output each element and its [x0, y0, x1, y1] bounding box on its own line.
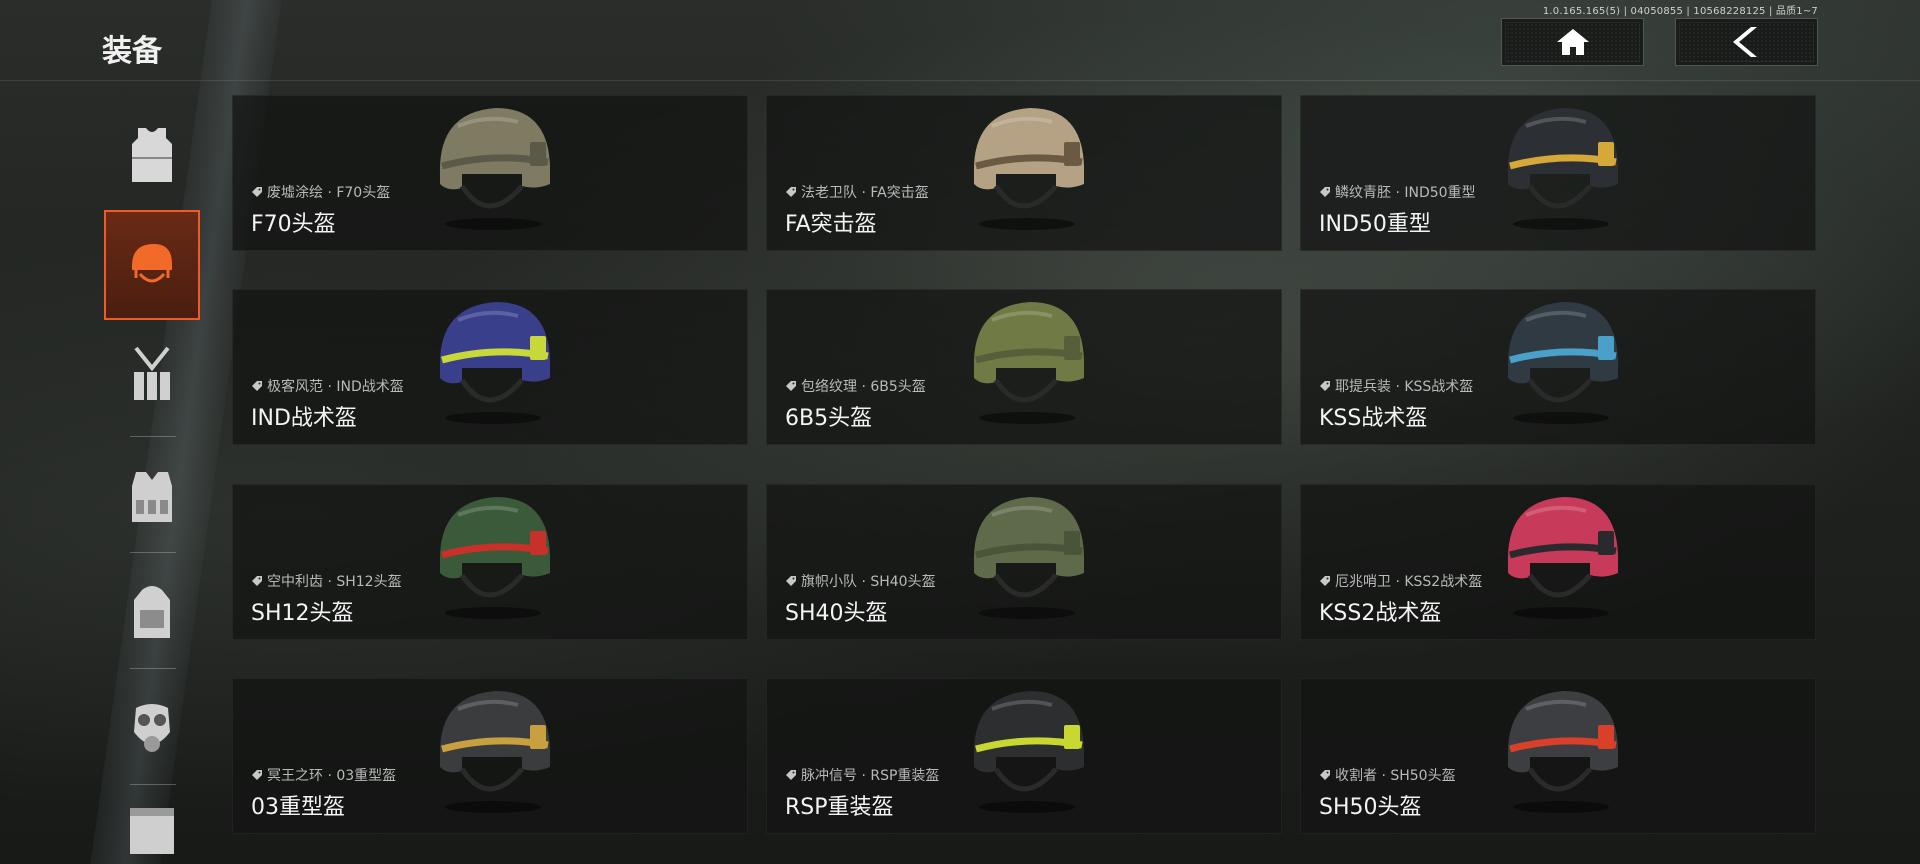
tactical-vest-icon [132, 472, 172, 522]
helmet-card[interactable]: 脉冲信号 · RSP重装盔 RSP重装盔 [766, 678, 1282, 834]
helmet-image [439, 691, 550, 813]
helmet-skin-label: 极客风范 · IND战术盔 [251, 376, 404, 396]
helmet-name: FA突击盔 [785, 212, 877, 237]
helmet-image [439, 108, 550, 230]
helmet-skin-label: 鳞纹青胚 · IND50重型 [1319, 182, 1476, 202]
chest-rig-icon [134, 346, 170, 400]
helmet-card[interactable]: 收割者 · SH50头盔 SH50头盔 [1300, 678, 1816, 834]
helmet-image [439, 497, 550, 619]
helmet-card[interactable]: 废墟涂绘 · F70头盔 F70头盔 [232, 95, 748, 251]
page-title: 装备 [102, 34, 162, 69]
helmet-name: RSP重装盔 [785, 795, 894, 820]
helmet-card[interactable]: 厄兆哨卫 · KSS2战术盔 KSS2战术盔 [1300, 484, 1816, 640]
helmet-skin-text: 旗帜小队 · SH40头盔 [801, 574, 936, 590]
body-armor-icon [132, 128, 172, 182]
home-button[interactable] [1501, 18, 1644, 66]
helmet-skin-text: 冥王之环 · 03重型盔 [267, 768, 397, 784]
category-container[interactable] [104, 790, 200, 864]
helmet-skin-text: 废墟涂绘 · F70头盔 [267, 185, 391, 201]
skin-tag-icon [252, 576, 262, 586]
helmet-card[interactable]: 包络纹理 · 6B5头盔 6B5头盔 [766, 289, 1282, 445]
helmet-image [973, 691, 1084, 813]
helmet-name: KSS2战术盔 [1319, 601, 1442, 626]
helmet-image [1507, 691, 1618, 813]
helmet-skin-label: 耶提兵装 · KSS战术盔 [1319, 376, 1473, 396]
helmet-name: SH50头盔 [1319, 795, 1422, 820]
sidebar-divider [130, 552, 176, 553]
helmet-skin-label: 厄兆哨卫 · KSS2战术盔 [1319, 571, 1482, 591]
skin-tag-icon [252, 770, 262, 780]
skin-tag-icon [786, 187, 796, 197]
helmet-skin-label: 法老卫队 · FA突击盔 [785, 182, 929, 202]
helmet-skin-text: 空中利齿 · SH12头盔 [267, 574, 402, 590]
helmet-skin-label: 废墟涂绘 · F70头盔 [251, 182, 390, 202]
helmet-skin-text: 极客风范 · IND战术盔 [267, 379, 404, 395]
helmet-card[interactable]: 极客风范 · IND战术盔 IND战术盔 [232, 289, 748, 445]
home-icon [1556, 29, 1589, 55]
category-gas-mask[interactable] [104, 674, 200, 784]
helmet-icon [132, 244, 172, 283]
equipment-category-sidebar [104, 100, 200, 864]
helmet-skin-label: 空中利齿 · SH12头盔 [251, 571, 402, 591]
skin-tag-icon [1320, 187, 1330, 197]
version-info: 1.0.165.165(5) | 04050855 | 10568228125 … [1542, 6, 1818, 17]
skin-tag-icon [786, 381, 796, 391]
category-body-armor[interactable] [104, 100, 200, 210]
helmet-image [973, 108, 1084, 230]
helmet-name: 03重型盔 [251, 795, 345, 820]
helmet-card[interactable]: 鳞纹青胚 · IND50重型 IND50重型 [1300, 95, 1816, 251]
backpack-icon [134, 586, 170, 638]
back-button[interactable] [1675, 18, 1818, 66]
helmet-skin-label: 脉冲信号 · RSP重装盔 [785, 765, 939, 785]
helmet-name: F70头盔 [251, 212, 336, 237]
helmet-skin-label: 旗帜小队 · SH40头盔 [785, 571, 936, 591]
helmet-image [439, 302, 550, 424]
helmet-card[interactable]: 法老卫队 · FA突击盔 FA突击盔 [766, 95, 1282, 251]
helmet-skin-text: 耶提兵装 · KSS战术盔 [1335, 379, 1474, 395]
category-backpack[interactable] [104, 558, 200, 668]
helmet-skin-label: 收割者 · SH50头盔 [1319, 765, 1456, 785]
helmet-card[interactable]: 空中利齿 · SH12头盔 SH12头盔 [232, 484, 748, 640]
back-chevron-icon [1732, 27, 1757, 57]
helmet-skin-text: 厄兆哨卫 · KSS2战术盔 [1335, 574, 1483, 590]
helmet-image [1507, 108, 1618, 230]
helmet-skin-label: 冥王之环 · 03重型盔 [251, 765, 396, 785]
helmet-skin-text: 鳞纹青胚 · IND50重型 [1335, 185, 1476, 201]
skin-tag-icon [252, 187, 262, 197]
category-helmet[interactable] [104, 210, 200, 320]
container-icon [130, 808, 174, 854]
helmet-name: KSS战术盔 [1319, 406, 1428, 431]
skin-tag-icon [786, 576, 796, 586]
skin-tag-icon [1320, 576, 1330, 586]
helmet-image [1507, 302, 1618, 424]
helmet-skin-text: 包络纹理 · 6B5头盔 [801, 379, 926, 395]
helmet-name: SH12头盔 [251, 601, 354, 626]
category-tactical-vest[interactable] [104, 442, 200, 552]
helmet-image [1507, 497, 1618, 619]
helmet-card[interactable]: 耶提兵装 · KSS战术盔 KSS战术盔 [1300, 289, 1816, 445]
helmet-skin-text: 收割者 · SH50头盔 [1335, 768, 1456, 784]
helmet-card[interactable]: 冥王之环 · 03重型盔 03重型盔 [232, 678, 748, 834]
helmet-name: IND50重型 [1319, 212, 1431, 237]
skin-tag-icon [786, 770, 796, 780]
helmet-name: IND战术盔 [251, 406, 357, 431]
skin-tag-icon [1320, 381, 1330, 391]
helmet-skin-text: 法老卫队 · FA突击盔 [801, 185, 929, 201]
helmet-card[interactable]: 旗帜小队 · SH40头盔 SH40头盔 [766, 484, 1282, 640]
category-chest-rig[interactable] [104, 320, 200, 430]
helmet-name: SH40头盔 [785, 601, 888, 626]
sidebar-divider [130, 784, 176, 785]
helmet-name: 6B5头盔 [785, 406, 873, 431]
gas-mask-icon [134, 704, 170, 752]
skin-tag-icon [252, 381, 262, 391]
helmet-image [973, 497, 1084, 619]
helmet-skin-text: 脉冲信号 · RSP重装盔 [801, 768, 940, 784]
sidebar-divider [130, 436, 176, 437]
header-divider [0, 80, 1920, 81]
skin-tag-icon [1320, 770, 1330, 780]
helmet-skin-label: 包络纹理 · 6B5头盔 [785, 376, 926, 396]
helmet-image [973, 302, 1084, 424]
sidebar-divider [130, 668, 176, 669]
